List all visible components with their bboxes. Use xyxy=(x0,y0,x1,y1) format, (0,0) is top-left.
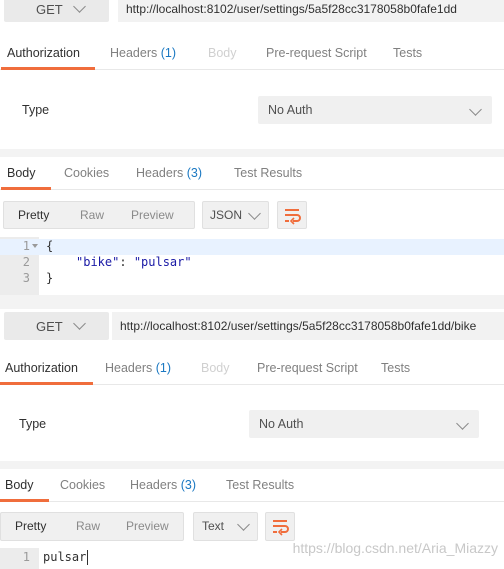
view-pretty-button[interactable]: Pretty xyxy=(15,513,46,539)
format-value: Text xyxy=(202,519,225,533)
wrap-lines-button[interactable] xyxy=(265,512,295,541)
chevron-down-icon xyxy=(248,207,261,220)
response-view-bar: Pretty Raw Preview JSON xyxy=(0,196,504,236)
fold-arrow-icon[interactable] xyxy=(32,244,38,249)
line-number: 3 xyxy=(22,271,30,285)
watermark: https://blog.csdn.net/Aria_Miazzy xyxy=(292,540,498,556)
chevron-down-icon xyxy=(72,0,86,13)
tab-body: Body xyxy=(208,46,237,60)
method-label: GET xyxy=(36,318,63,334)
chevron-down-icon xyxy=(456,417,469,430)
line-number: 1 xyxy=(22,239,30,253)
active-line-highlight xyxy=(0,239,504,255)
view-pretty-button[interactable]: Pretty xyxy=(18,202,49,228)
view-mode-group: Pretty Raw Preview xyxy=(0,512,184,541)
tab-response-body[interactable]: Body xyxy=(0,469,48,502)
tab-response-body[interactable]: Body xyxy=(1,157,50,190)
line-number: 2 xyxy=(22,255,30,269)
tab-response-headers[interactable]: Headers (3) xyxy=(136,157,202,189)
code-line: } xyxy=(46,271,54,285)
tab-tests[interactable]: Tests xyxy=(381,352,410,384)
divider xyxy=(0,461,504,469)
view-preview-button[interactable]: Preview xyxy=(131,202,174,228)
divider xyxy=(0,295,504,309)
tab-tests[interactable]: Tests xyxy=(393,37,422,69)
tab-body: Body xyxy=(201,361,230,375)
auth-type-select[interactable]: No Auth xyxy=(249,410,479,438)
url-input[interactable]: http://localhost:8102/user/settings/5a5f… xyxy=(112,312,504,340)
chevron-down-icon xyxy=(469,103,482,116)
divider xyxy=(0,149,504,157)
method-select[interactable]: GET xyxy=(4,0,109,22)
tab-test-results[interactable]: Test Results xyxy=(234,157,302,189)
auth-type-value: No Auth xyxy=(259,417,304,431)
view-preview-button[interactable]: Preview xyxy=(126,513,169,539)
tab-headers[interactable]: Headers (1) xyxy=(110,37,176,69)
request-url-bar: GET http://localhost:8102/user/settings/… xyxy=(0,309,504,349)
tab-cookies[interactable]: Cookies xyxy=(60,469,105,501)
tab-pre-request-script[interactable]: Pre-request Script xyxy=(257,352,358,384)
text-cursor xyxy=(87,550,88,565)
view-raw-button[interactable]: Raw xyxy=(76,513,100,539)
auth-type-select[interactable]: No Auth xyxy=(258,96,492,124)
line-number: 1 xyxy=(22,550,30,564)
response-code-editor[interactable]: 1 2 3 { "bike": "pulsar" } xyxy=(0,237,504,295)
wrap-lines-icon xyxy=(285,209,301,225)
tab-test-results[interactable]: Test Results xyxy=(226,469,294,501)
format-select[interactable]: JSON xyxy=(202,201,269,229)
tab-pre-request-script[interactable]: Pre-request Script xyxy=(266,37,367,69)
method-select[interactable]: GET xyxy=(4,312,109,340)
code-line: pulsar xyxy=(43,550,87,564)
format-value: JSON xyxy=(210,208,243,222)
response-tabs: Body Cookies Headers (3) Test Results xyxy=(0,157,504,190)
view-raw-button[interactable]: Raw xyxy=(80,202,104,228)
url-text: http://localhost:8102/user/settings/5a5f… xyxy=(120,319,477,333)
response-tabs: Body Cookies Headers (3) Test Results xyxy=(0,469,504,502)
code-line: { xyxy=(46,239,54,253)
request-tabs: Authorization Headers (1) Body Pre-reque… xyxy=(0,37,504,70)
tab-cookies[interactable]: Cookies xyxy=(64,157,109,189)
format-select[interactable]: Text xyxy=(193,512,258,541)
method-label: GET xyxy=(36,1,63,17)
tab-authorization[interactable]: Authorization xyxy=(1,37,95,70)
wrap-lines-button[interactable] xyxy=(277,201,307,229)
code-line: "bike": "pulsar" xyxy=(76,255,192,269)
view-mode-group: Pretty Raw Preview xyxy=(3,201,195,229)
request-tabs: Authorization Headers (1) Body Pre-reque… xyxy=(0,352,504,385)
chevron-down-icon xyxy=(237,518,250,531)
wrap-lines-icon xyxy=(273,520,289,536)
url-text: http://localhost:8102/user/settings/5a5f… xyxy=(126,2,457,16)
type-label: Type xyxy=(19,417,47,431)
type-label: Type xyxy=(22,103,50,117)
tab-response-headers[interactable]: Headers (3) xyxy=(130,469,196,501)
request-url-bar: GET http://localhost:8102/user/settings/… xyxy=(0,0,504,40)
tab-authorization[interactable]: Authorization xyxy=(0,352,93,385)
auth-type-value: No Auth xyxy=(268,103,313,117)
chevron-down-icon xyxy=(72,317,86,330)
tab-headers[interactable]: Headers (1) xyxy=(105,352,171,384)
url-input[interactable]: http://localhost:8102/user/settings/5a5f… xyxy=(118,0,504,22)
